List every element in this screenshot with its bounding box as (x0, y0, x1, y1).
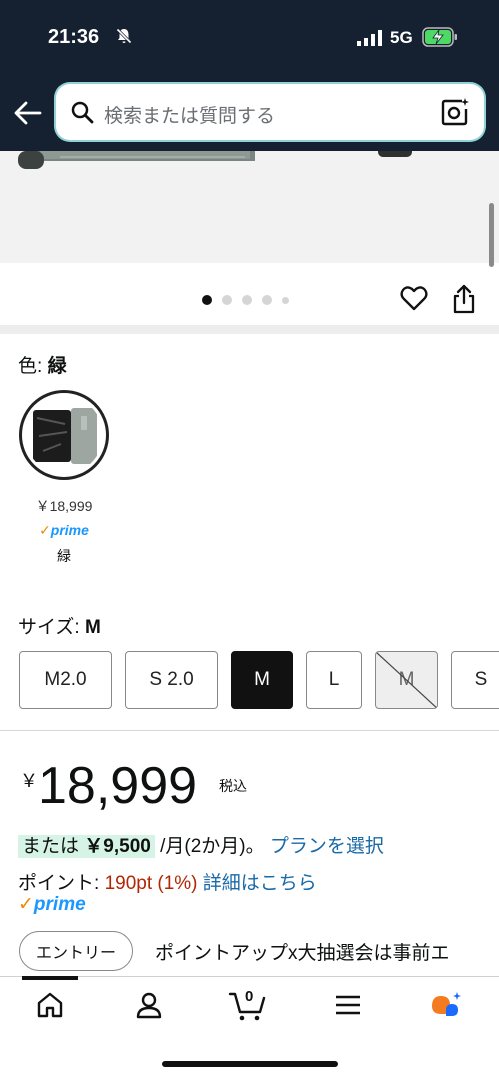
scroll-indicator (489, 203, 494, 267)
installment-highlight: または ￥9,500 (18, 835, 155, 858)
prime-text: prime (33, 894, 86, 915)
status-time: 21:36 (48, 26, 100, 48)
swatch-color-name: 緑 (57, 548, 71, 564)
carousel-dot (262, 295, 272, 305)
size-label-text: サイズ: (18, 617, 85, 638)
prime-check-icon: ✓ (18, 894, 34, 915)
installment-prefix: または (22, 836, 85, 857)
color-label-text: 色: (18, 356, 48, 377)
promo-text[interactable]: ポイントアップx大抽選会は事前エ (155, 938, 475, 965)
carousel-dot (282, 296, 289, 304)
network-type: 5G (390, 28, 413, 47)
size-option-m-unavailable[interactable]: M (375, 651, 438, 709)
bell-muted-icon (115, 27, 133, 45)
signal-icon (357, 30, 382, 46)
size-option-s2[interactable]: S 2.0 (125, 651, 218, 709)
points-rate: (1%) (157, 873, 198, 894)
swatch-image (25, 396, 103, 474)
carousel-dot (222, 295, 232, 305)
carousel-dot (242, 295, 252, 305)
heart-icon[interactable] (400, 285, 428, 311)
cart-button[interactable]: 0 (228, 988, 268, 1022)
search-placeholder: 検索または質問する (104, 106, 276, 127)
size-option-m-selected[interactable]: M (231, 651, 293, 709)
color-swatch-green[interactable] (19, 390, 109, 480)
battery-charging-icon (422, 27, 457, 47)
product-image (18, 151, 412, 169)
prime-check-icon: ✓ (39, 522, 51, 538)
product-image-carousel[interactable] (0, 151, 499, 263)
select-plan-link[interactable]: プランを選択 (270, 836, 384, 857)
swatch-prime-badge: ✓prime (0, 522, 128, 539)
swatch-price: ￥18,999 (35, 498, 93, 514)
size-option-l[interactable]: L (306, 651, 362, 709)
price-value: 18,999 (38, 757, 198, 815)
installment-amount: ￥9,500 (84, 836, 151, 857)
carousel-dot (202, 295, 212, 305)
camera-search-icon[interactable] (440, 97, 470, 127)
color-value: 緑 (47, 356, 67, 377)
share-icon[interactable] (452, 284, 476, 314)
unavailable-strike (376, 652, 437, 708)
active-tab-indicator (22, 976, 78, 980)
home-indicator (162, 1061, 338, 1067)
search-bar[interactable]: 検索または質問する (56, 84, 484, 140)
carousel-dots (202, 295, 289, 305)
section-divider (0, 325, 499, 334)
color-label: 色: 緑 (18, 351, 67, 378)
search-icon (71, 101, 94, 124)
prime-badge: ✓prime (18, 893, 86, 916)
account-icon[interactable] (134, 990, 164, 1020)
points-label: ポイント: (18, 873, 105, 894)
size-value: M (85, 617, 101, 638)
back-arrow-icon[interactable] (14, 100, 42, 126)
points-value: 190pt (104, 873, 153, 894)
home-icon[interactable] (35, 990, 65, 1020)
size-label: サイズ: M (18, 612, 101, 639)
cart-count: 0 (245, 988, 254, 1005)
points-details-link[interactable]: 詳細はこちら (203, 873, 317, 894)
installment-line: または ￥9,500 /月(2か月)。 プランを選択 (18, 831, 384, 858)
size-option-s[interactable]: S (451, 651, 499, 709)
menu-icon[interactable] (333, 990, 363, 1020)
size-option-m2[interactable]: M2.0 (19, 651, 112, 709)
entry-button[interactable]: エントリー (19, 931, 133, 971)
price-currency: ￥ (20, 771, 38, 791)
tax-included-label: 税込 (219, 778, 247, 794)
section-divider (0, 730, 499, 731)
prime-text: prime (50, 522, 89, 538)
installment-suffix: /月(2か月)。 (154, 836, 265, 857)
assistant-icon[interactable] (428, 990, 464, 1022)
points-line: ポイント: 190pt (1%) 詳細はこちら (18, 868, 317, 895)
